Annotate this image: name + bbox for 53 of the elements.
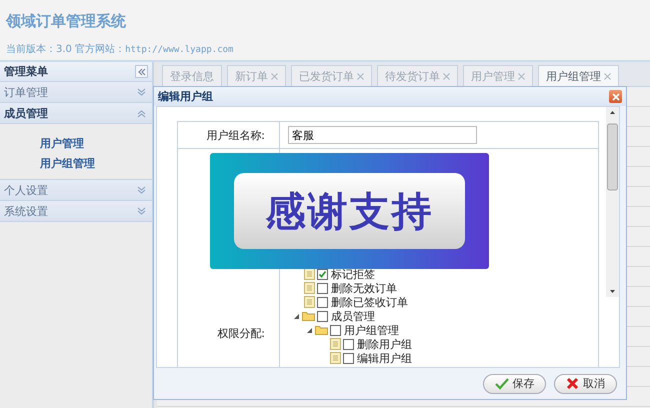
close-icon [443,72,450,80]
cross-icon [566,377,579,390]
sidebar-title: 管理菜单 [4,64,48,79]
menu-section-header[interactable]: 个人设置 [0,180,152,201]
menu-section-header[interactable]: 系统设置 [0,201,152,222]
banner-text: 感谢支持 [234,173,465,249]
checkbox-icon[interactable] [343,352,354,364]
checkbox-icon[interactable] [343,338,354,350]
close-icon [357,72,364,80]
save-button[interactable]: 保存 [483,374,546,394]
close-icon [518,72,525,80]
close-button[interactable] [609,90,622,103]
version-text: 当前版本：3.0 官方网站： [6,42,126,56]
document-icon [330,338,341,350]
folder-icon [315,325,328,335]
tree-node-label[interactable]: 删除已签收订单 [331,294,408,310]
close-icon [612,92,620,100]
tree-node-label[interactable]: 成员管理 [331,308,375,324]
tree-node-label[interactable]: 删除无效订单 [331,280,397,296]
document-icon [304,268,315,280]
menu-item[interactable]: 用户管理 [40,136,152,151]
checkbox-icon[interactable] [317,310,328,322]
checked-checkbox-icon[interactable] [317,268,328,280]
field-label: 用户组名称: [178,122,280,148]
tree-node-label[interactable]: 标记拒签 [331,266,375,282]
app-title: 领域订单管理系统 [6,12,127,31]
menu-item[interactable]: 用户组管理 [40,156,152,171]
document-icon [304,282,315,294]
double-left-chevron-icon [138,68,146,76]
document-icon [330,352,341,364]
checkbox-icon[interactable] [317,282,328,294]
dialog-title: 编辑用户组 [158,89,213,104]
name-input-field[interactable]: 客服 [288,126,477,144]
close-icon [271,72,278,80]
document-icon [304,296,315,308]
field-label: 权限分配: [217,326,265,341]
collapse-button[interactable] [135,65,148,78]
folder-icon [302,311,315,321]
double-up-chevron-icon [137,108,146,118]
tab[interactable]: 用户组管理 [538,65,619,86]
tree-node-label[interactable]: 用户组管理 [344,322,399,338]
checkbox-icon[interactable] [330,324,341,336]
check-icon [494,378,508,390]
cancel-button[interactable]: 取消 [554,374,617,394]
double-down-chevron-icon [137,206,146,216]
tree-node-label[interactable]: 删除用户组 [357,336,412,352]
checkbox-icon[interactable] [317,296,328,308]
close-icon [604,72,611,80]
tree-node-label[interactable]: 编辑用户组 [357,350,412,366]
double-down-chevron-icon [137,88,146,96]
menu-section-header[interactable]: 订单管理 [0,82,152,103]
double-down-chevron-icon [137,186,146,194]
menu-section-header[interactable]: 成员管理 [0,103,152,124]
